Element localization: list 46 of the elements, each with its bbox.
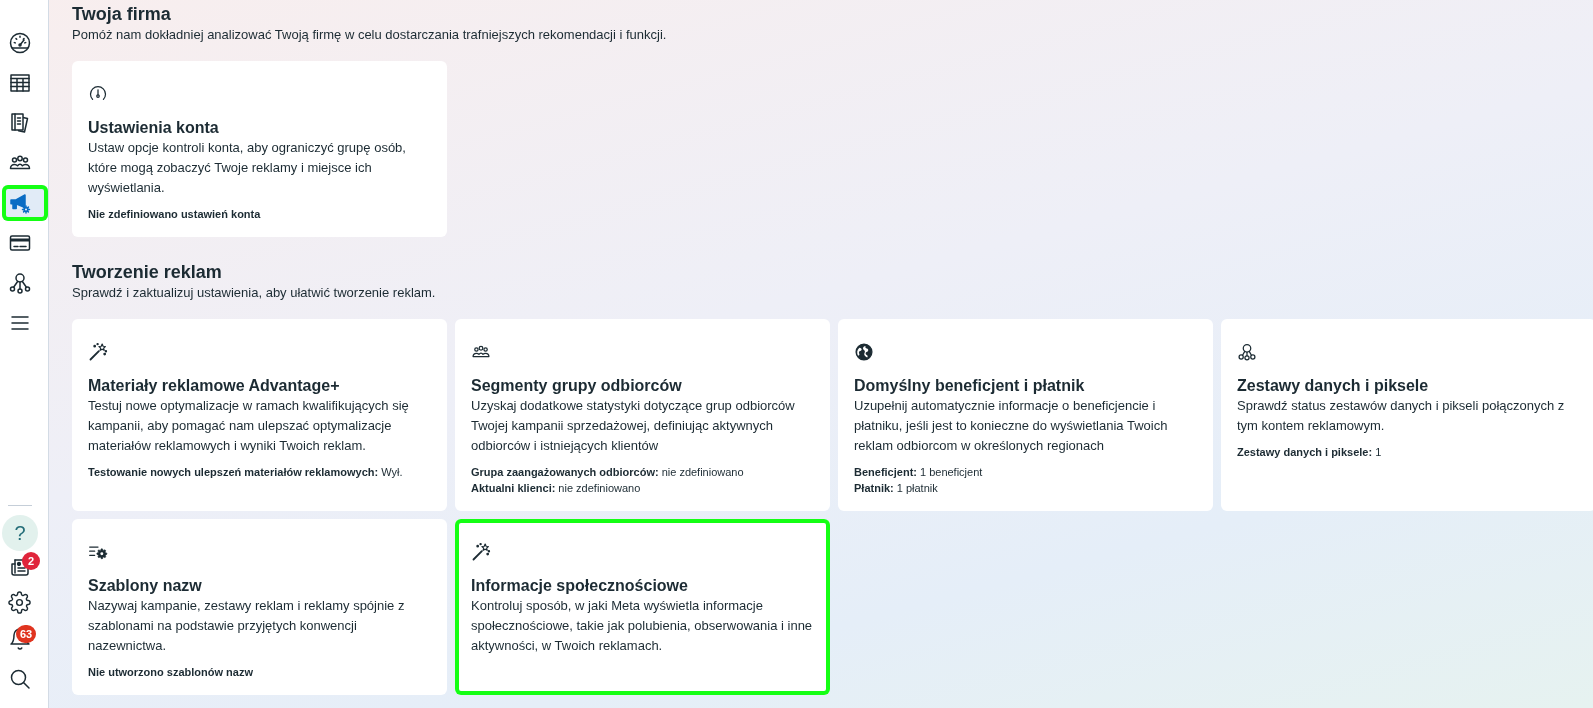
card-detail: Nie utworzono szablonów nazw [88, 665, 254, 680]
card-detail: Testowanie nowych ulepszeń materiałów reklamowych: Wył. [88, 465, 404, 480]
gauge-icon [8, 31, 32, 55]
card-detail: Nie zdefiniowano ustawień konta [88, 207, 262, 222]
help-button[interactable]: ? [2, 515, 38, 551]
globe-icon [854, 342, 874, 362]
section-subtitle: Pomóż nam dokładniej analizować Twoją firmę w celu dostarczania trafniejszych rekomendacji i funkcji. [72, 26, 668, 44]
settings-icon[interactable] [8, 590, 31, 614]
settings-card[interactable] [455, 319, 830, 511]
card-title: Segmenty grupy odbiorców [471, 376, 683, 396]
megaphone-icon [8, 191, 32, 215]
settings-card[interactable]: Szablony nazw Nazywaj kampanie, zestawy reklam i reklamy spójnie z szablonami na podstawie przyjętych konwencji nazewnictwa. Nie utworzono szablonów nazw [72, 519, 447, 695]
network-icon [8, 271, 32, 295]
settings-card[interactable]: Informacje społecznościowe Kontroluj sposób, w jaki Meta wyświetla informacje społecznościowe, takie jak polubienia, obserwowania i inne aktywności, w Twoich reklamach. [455, 519, 830, 695]
card-description: Sprawdź status zestawów danych i pikseli połączonych z tym kontem reklamowym. [1237, 397, 1566, 435]
card-title: Szablony nazw [88, 576, 203, 596]
notification-badge: 2 [22, 552, 40, 570]
card-description: Kontroluj sposób, w jaki Meta wyświetla informacje społecznościowe, takie jak polubienia, obserwowania i inne aktywności, w Twoich reklamach. [471, 597, 814, 655]
section-title: Twoja firma [72, 3, 172, 26]
notification-badge: 63 [16, 625, 37, 643]
card-detail: Zestawy danych i piksele: 1 [1237, 445, 1383, 460]
nodes-icon [1237, 342, 1257, 362]
settings-card[interactable]: Ustawienia konta Ustaw opcje kontroli konta, aby ograniczyć grupę osób, które mogą zobaczyć Twoje reklamy i miejsce ich wyświetlania. Nie zdefiniowano ustawień konta [72, 61, 447, 237]
card-detail: Aktualni klienci: nie zdefiniowano [471, 481, 642, 496]
table-icon [8, 71, 32, 95]
card-description: Ustaw opcje kontroli konta, aby ograniczyć grupę osób, które mogą zobaczyć Twoje reklamy i miejsce ich wyświetlania. [88, 139, 407, 197]
card-detail: Beneficjent: 1 beneficjent [854, 465, 984, 480]
section-subtitle: Sprawdź i zaktualizuj ustawienia, aby ułatwić tworzenie reklam. [72, 284, 437, 302]
card-description: Nazywaj kampanie, zestawy reklam i reklamy spójnie z szablonami na podstawie przyjętych konwencji nazewnictwa. [88, 597, 406, 655]
card-title: Informacje społecznościowe [471, 576, 689, 596]
magic-wand-icon [471, 542, 491, 562]
card-title: Materiały reklamowe Advantage+ [88, 376, 341, 396]
settings-card[interactable]: Zestawy danych i piksele Sprawdź status zestawów danych i pikseli połączonych z tym kontem reklamowym. Zestawy danych i piksele: 1 [1221, 319, 1593, 511]
card-title: Domyślny beneficjent i płatnik [854, 376, 1086, 396]
card-title: Ustawienia konta [88, 118, 220, 138]
search-icon[interactable] [8, 667, 32, 691]
card-title: Zestawy danych i piksele [1237, 376, 1430, 396]
card-detail: Płatnik: 1 płatnik [854, 481, 939, 496]
card-detail: Grupa zaangażowanych odbiorców: nie zdefiniowano [471, 465, 745, 480]
magic-wand-icon [88, 342, 108, 362]
card-description: Testuj nowe optymalizacje w ramach kwalifikujących się kampanii, aby pomagać nam ulepszać optymalizacje materiałów reklamowych i wyniki Twoich reklam. [88, 397, 410, 455]
settings-card[interactable] [72, 319, 447, 511]
card-description: Uzyskaj dodatkowe statystyki dotyczące grup odbiorców Twojej kampanii sprzedażowej, definiując aktywnych odbiorców i istniejących klientów [471, 397, 796, 455]
section-title: Tworzenie reklam [72, 261, 223, 284]
settings-card[interactable] [838, 319, 1213, 511]
card-description: Uzupełnij automatycznie informacje o beneficjencie i płatniku, jeśli jest to konieczne do wyświetlania Twoich reklam odbiorcom w określonych regionach [854, 397, 1169, 455]
